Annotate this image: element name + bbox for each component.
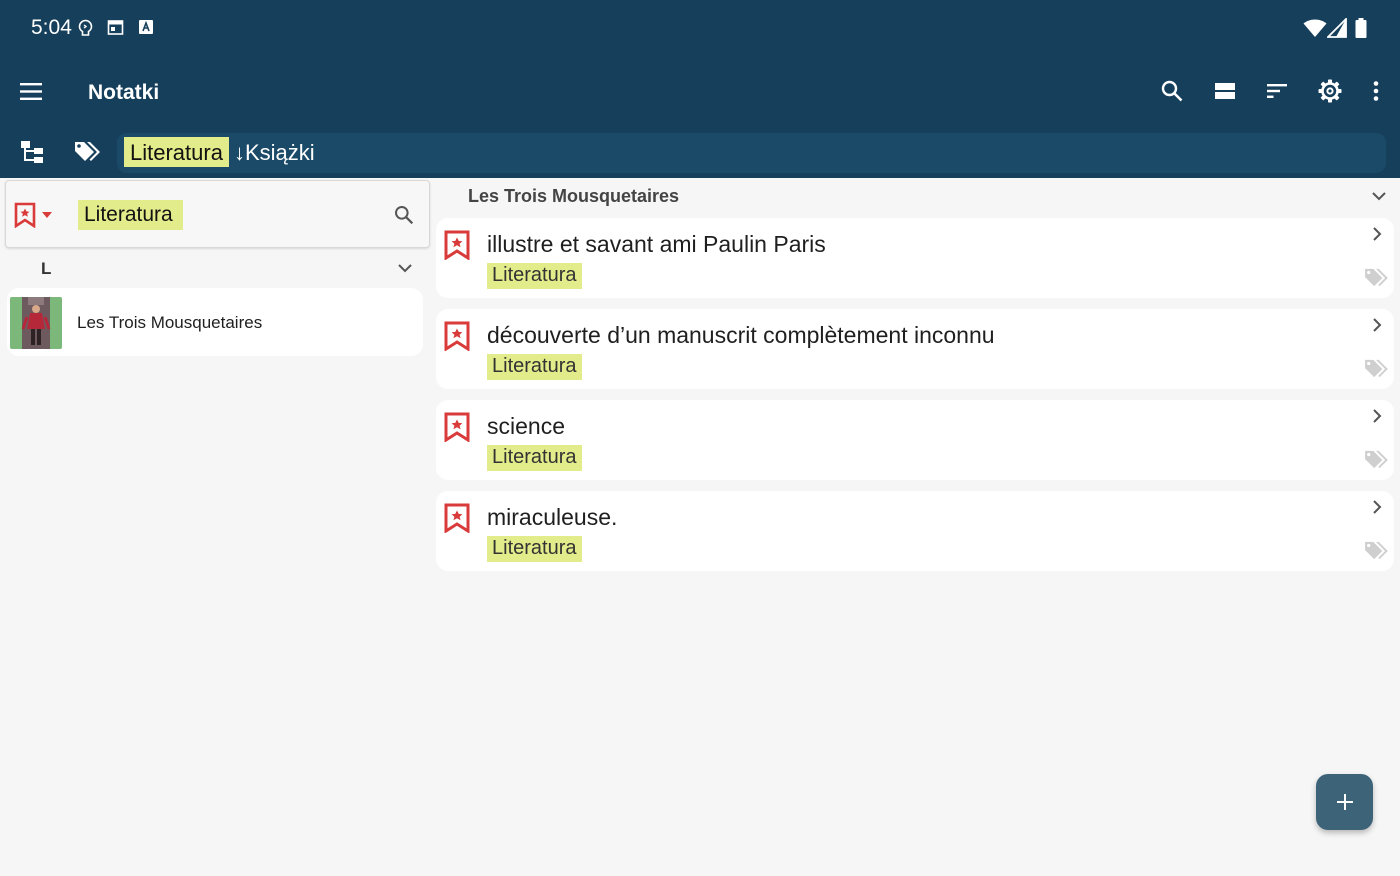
sort-button[interactable]: [1258, 72, 1296, 110]
calendar-icon: [107, 19, 125, 37]
note-text: science: [487, 413, 565, 439]
hamburger-menu-icon: [20, 82, 42, 100]
note-tag: Literatura: [487, 354, 582, 380]
search-input[interactable]: [78, 200, 183, 230]
more-options-button[interactable]: [1362, 72, 1390, 110]
book-title: Les Trois Mousquetaires: [77, 313, 263, 332]
search-submit-button[interactable]: [388, 199, 420, 231]
search-card: [5, 180, 430, 248]
tag-icon[interactable]: [1364, 450, 1388, 475]
breadcrumb: Literatura ↓Książki: [117, 133, 1386, 173]
tag-icon[interactable]: [1364, 359, 1388, 384]
battery-icon: [1355, 18, 1367, 43]
view-toggle-icon: [1215, 83, 1235, 99]
note-text: illustre et savant ami Paulin Paris: [487, 231, 826, 257]
menu-button[interactable]: [12, 72, 50, 110]
app-title: Notatki: [88, 81, 160, 104]
font-icon: [138, 19, 156, 37]
tags-icon: [75, 142, 100, 161]
note-tag: Literatura: [487, 445, 582, 471]
note-card[interactable]: illustre et savant ami Paulin Paris Lite…: [436, 218, 1394, 298]
note-card[interactable]: miraculeuse. Literatura: [436, 491, 1394, 571]
chevron-right-icon[interactable]: [1372, 317, 1382, 338]
status-time: 5:04: [31, 16, 72, 39]
section-letter-header: L: [41, 259, 52, 278]
search-button[interactable]: [1153, 72, 1191, 110]
bookmark-star-icon: [444, 503, 470, 538]
book-list-item[interactable]: Les Trois Mousquetaires: [7, 288, 423, 356]
chevron-right-icon[interactable]: [1372, 226, 1382, 247]
settings-button[interactable]: [1311, 72, 1349, 110]
collapse-section-button[interactable]: [392, 256, 418, 280]
dropdown-arrow-icon: [41, 212, 52, 218]
book-cover-thumbnail: [10, 297, 62, 349]
notes-pane: Les Trois Mousquetaires illustre et sava…: [436, 178, 1400, 876]
chevron-right-icon[interactable]: [1372, 408, 1382, 429]
bookmark-star-icon: [444, 321, 470, 356]
bookmark-filter-dropdown[interactable]: [10, 198, 56, 232]
breadcrumb-current[interactable]: Literatura: [124, 137, 229, 167]
collapse-group-button[interactable]: [1366, 184, 1392, 208]
hierarchy-tree-icon: [21, 141, 43, 163]
add-note-button[interactable]: [1316, 774, 1373, 830]
note-tag: Literatura: [487, 536, 582, 562]
settings-icon: [1318, 79, 1342, 103]
tags-button[interactable]: [69, 134, 105, 170]
top-bar: 5:04 Notatki Literatura ↓Książki: [0, 0, 1400, 178]
search-icon: [395, 206, 414, 225]
tag-icon[interactable]: [1364, 268, 1388, 293]
hierarchy-button[interactable]: [14, 134, 50, 170]
bookmark-star-icon: [444, 230, 470, 265]
chevron-down-icon: [1372, 191, 1386, 200]
note-card[interactable]: science Literatura: [436, 400, 1394, 480]
status-bar: 5:04: [0, 0, 1400, 56]
books-pane: L Les Trois Mousquetaires: [0, 178, 432, 876]
breadcrumb-next[interactable]: ↓Książki: [234, 140, 315, 166]
app-bar: Notatki: [0, 60, 1400, 124]
more-vert-icon: [1373, 81, 1379, 101]
notes-group-title: Les Trois Mousquetaires: [468, 186, 680, 206]
wifi-icon: [1303, 18, 1327, 43]
view-toggle-button[interactable]: [1206, 72, 1244, 110]
location-lightbulb-icon: [77, 19, 95, 37]
bookmark-star-icon: [444, 412, 470, 447]
search-icon: [1161, 80, 1183, 102]
note-text: découverte d’un manuscrit complètement i…: [487, 322, 995, 348]
signal-icon: [1325, 16, 1347, 43]
chevron-right-icon[interactable]: [1372, 499, 1382, 520]
sort-icon: [1267, 84, 1287, 98]
note-tag: Literatura: [487, 263, 582, 289]
tag-icon[interactable]: [1364, 541, 1388, 566]
chevron-down-icon: [398, 263, 412, 272]
note-text: miraculeuse.: [487, 504, 618, 530]
bookmark-star-icon: [14, 202, 35, 228]
note-card[interactable]: découverte d’un manuscrit complètement i…: [436, 309, 1394, 389]
plus-icon: [1336, 794, 1353, 810]
